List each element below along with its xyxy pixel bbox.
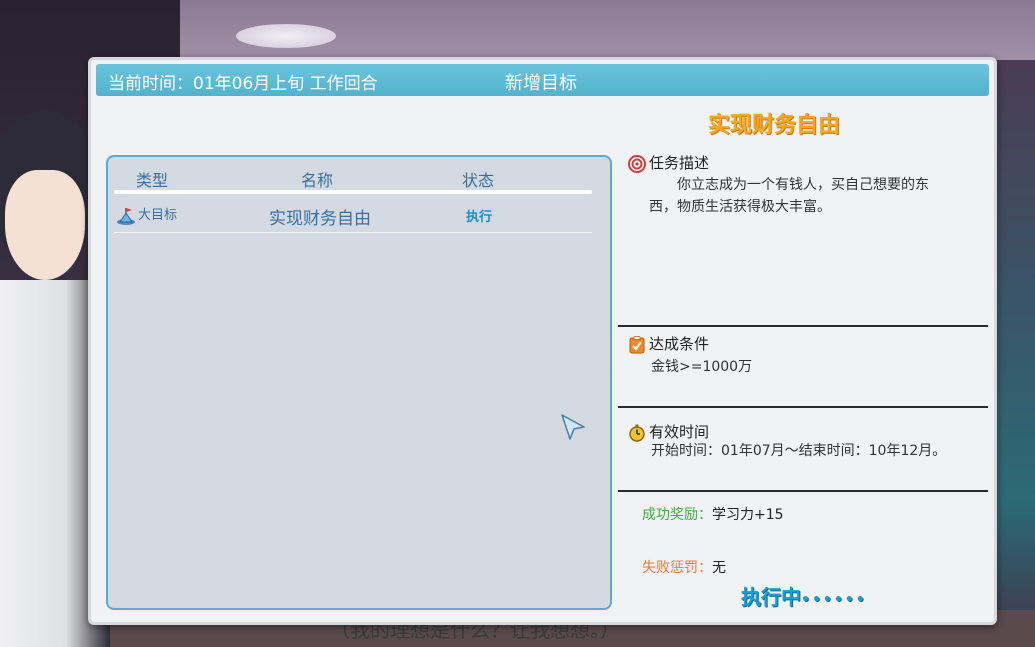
penalty-value: 无 [712,560,726,576]
penalty-line: 失败惩罚：无 [642,557,726,577]
reward-label: 成功奖励： [642,507,712,523]
execution-status-text: 执行中 [741,585,801,609]
dialog-title: 新增目标 [505,73,577,94]
header-separator [114,190,592,194]
penalty-label: 失败惩罚： [642,560,712,576]
section-divider [618,490,988,492]
description-text: 你立志成为一个有钱人，买自己想要的东西，物质生活获得极大丰富。 [649,177,929,215]
goal-dialog: 当前时间：01年06月上旬 工作回合 新增目标 实现财务自由 类型 名称 状态 … [88,57,997,625]
execution-status-dots: •••••• [801,592,867,608]
current-time-label: 当前时间：01年06月上旬 工作回合 [108,74,378,94]
character-face [5,170,85,280]
goal-row[interactable]: 大目标 实现财务自由 执行 [114,198,592,233]
time-text: 开始时间：01年07月～结束时间：10年12月。 [651,443,947,459]
section-divider [618,325,988,327]
stopwatch-icon [629,424,645,442]
column-header-status: 状态 [462,171,495,190]
condition-title-text: 达成条件 [649,335,710,353]
condition-section-title: 达成条件 [628,333,709,354]
column-header-type: 类型 [136,171,169,190]
selected-goal-title: 实现财务自由 [708,113,841,138]
flag-icon [117,207,135,225]
goal-type-cell: 大目标 [116,204,177,225]
reward-value: 学习力+15 [712,507,784,523]
ceiling-lamp [236,24,336,48]
checklist-icon [629,335,645,353]
section-divider [618,406,988,408]
time-title-text: 有效时间 [649,423,710,441]
description-section-title: 任务描述 [628,152,709,173]
condition-text: 金钱>=1000万 [651,359,753,375]
goal-status-cell: 执行 [466,210,493,225]
dialog-header: 当前时间：01年06月上旬 工作回合 新增目标 [96,64,989,96]
goal-name-cell: 实现财务自由 [269,209,371,229]
execution-status: 执行中•••••• [741,581,867,610]
time-section-title: 有效时间 [628,421,709,442]
goal-list-panel: 类型 名称 状态 大目标 实现财务自由 执行 [106,155,612,610]
column-header-name: 名称 [301,171,334,190]
description-title-text: 任务描述 [649,154,710,172]
cursor-arrow-icon [561,414,585,440]
reward-line: 成功奖励：学习力+15 [642,504,784,524]
goal-type-label: 大目标 [138,208,178,223]
target-icon [628,154,646,173]
